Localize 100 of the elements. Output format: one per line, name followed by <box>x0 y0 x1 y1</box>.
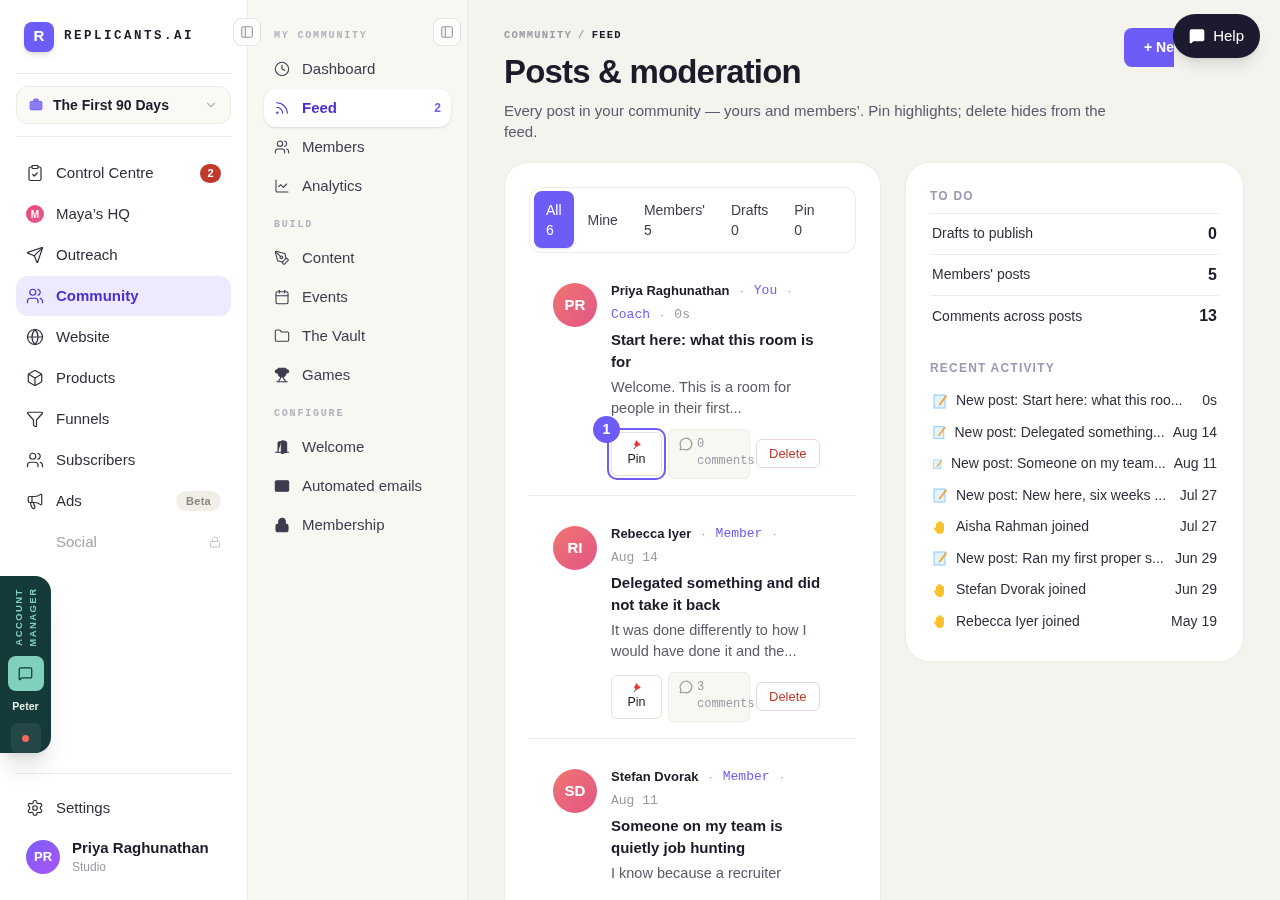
calendar-icon <box>274 289 290 305</box>
role-tag: Member <box>722 766 770 787</box>
folder-icon <box>274 328 290 344</box>
separator-dot: · <box>739 281 744 300</box>
todo-label: Drafts to publish <box>932 224 1034 244</box>
community-nav-item[interactable]: Content <box>264 239 451 277</box>
activity-time: Jul 27 <box>1179 485 1217 505</box>
collapse-sidebar-button[interactable] <box>233 18 261 46</box>
activity-text: New post: New here, six weeks ... <box>956 485 1168 505</box>
nav-item[interactable]: M Maya’s HQ <box>16 194 231 234</box>
nav-item[interactable]: Community <box>16 276 231 316</box>
memo-icon <box>932 550 948 566</box>
filter-tab[interactable]: Pin 0 <box>782 191 827 249</box>
community-nav-item[interactable]: Membership <box>264 506 451 544</box>
count-label: 2 <box>434 100 441 117</box>
collapse-panel-button[interactable] <box>433 18 461 46</box>
post-excerpt: Welcome. This is a room for people in their first... <box>611 377 792 418</box>
post-title: Someone on my team is quietly job hunting <box>611 815 784 858</box>
user-name: Priya Raghunathan <box>72 838 209 858</box>
activity-time: Aug 14 <box>1172 422 1217 442</box>
filter-tab[interactable]: Members' 5 <box>631 191 717 249</box>
filter-tab[interactable]: Drafts 0 <box>718 191 781 249</box>
filter-tab[interactable]: All 6 <box>534 191 574 249</box>
send-icon <box>26 246 44 264</box>
activity-time: May 19 <box>1171 611 1217 631</box>
nav-item[interactable]: Website <box>16 317 231 357</box>
memo-icon <box>932 487 948 503</box>
lock-icon <box>209 536 221 548</box>
help-button[interactable]: Help <box>1173 14 1260 58</box>
account-manager-label: ACCOUNT MANAGER <box>11 586 39 648</box>
activity-time: Jul 27 <box>1179 517 1217 536</box>
clock-icon <box>274 61 290 77</box>
trophy-icon <box>274 367 290 383</box>
activity-text: New post: Delegated something... <box>954 422 1165 442</box>
community-nav-item[interactable]: Dashboard <box>264 50 451 88</box>
new-post-button[interactable]: + Ne <box>1124 28 1174 67</box>
separator-dot: · <box>701 524 706 543</box>
community-nav-item[interactable]: Events <box>264 278 451 316</box>
activity-text: Aisha Rahman joined <box>956 517 1091 536</box>
megaphone-icon <box>26 492 44 510</box>
nav-item[interactable]: Outreach <box>16 235 231 275</box>
community-nav-item[interactable]: Automated emails <box>264 467 451 505</box>
manager-name: Peter <box>12 699 39 715</box>
activity-text: New post: Ran my first proper s... <box>956 548 1165 568</box>
memo-icon <box>932 392 948 409</box>
memo-icon <box>932 424 947 440</box>
delete-button[interactable]: Delete <box>756 439 820 469</box>
workspace-dropdown[interactable]: The First 90 Days <box>16 86 231 124</box>
step-marker: 1 <box>593 415 620 443</box>
activity-text: New post: Start here: what this roo... <box>956 391 1184 410</box>
post-time: Aug 14 <box>611 548 658 567</box>
separator-dot: · <box>660 305 665 324</box>
line-chart-icon <box>274 178 290 194</box>
nav-item[interactable]: Products <box>16 358 231 398</box>
community-nav-item[interactable]: Analytics <box>264 167 451 205</box>
users-icon <box>26 287 44 305</box>
beta-tag: Beta <box>176 491 221 511</box>
author-name: Rebecca Iyer <box>611 524 692 543</box>
door-icon <box>274 439 290 455</box>
post-excerpt: I know because a recruiter <box>611 863 783 883</box>
nav-item[interactable]: Ads Beta <box>16 481 231 521</box>
role-tag: You <box>753 280 778 301</box>
separator-dot: · <box>779 767 784 786</box>
nav-item[interactable]: Control Centre 2 <box>16 153 231 193</box>
breadcrumb-separator: / <box>578 28 586 43</box>
todo-label: Members' posts <box>932 265 1031 285</box>
logo-mark: R <box>24 21 54 52</box>
speech-bubble-icon <box>679 679 693 694</box>
community-nav-item[interactable]: Games <box>264 356 451 394</box>
settings-link[interactable]: Settings <box>16 790 231 826</box>
record-button[interactable] <box>10 723 41 753</box>
activity-time: Jun 29 <box>1174 548 1217 568</box>
chat-icon <box>1189 28 1206 44</box>
post-time: Aug 11 <box>611 791 658 810</box>
rss-icon <box>274 100 290 116</box>
separator-dot: · <box>708 767 713 786</box>
pin-button[interactable]: Pin <box>611 674 662 719</box>
activity-text: New post: Someone on my team... <box>950 454 1166 473</box>
separator-dot: · <box>772 524 777 543</box>
community-nav-item[interactable]: Welcome <box>264 428 451 466</box>
nav-item[interactable]: Subscribers <box>16 440 231 480</box>
delete-button[interactable]: Delete <box>756 682 820 712</box>
globe-icon <box>26 328 44 346</box>
role-tag: Coach <box>611 304 650 325</box>
todo-count: 0 <box>1208 223 1217 244</box>
section-heading: TO DO <box>930 186 1219 214</box>
community-nav-item[interactable]: The Vault <box>264 317 451 355</box>
breadcrumb-item: FEED <box>591 28 622 43</box>
community-nav-item[interactable]: Feed 2 <box>264 89 451 127</box>
users-icon <box>26 451 44 469</box>
author-name: Stefan Dvorak <box>611 767 699 786</box>
filter-tab[interactable]: Mine <box>575 191 630 249</box>
page-description: Every post in your community — yours and members’. Pin highlights; delete hides from the feed. <box>504 100 1107 142</box>
community-nav-item[interactable]: Members <box>264 128 451 166</box>
post-time: 0s <box>674 305 690 324</box>
chat-button[interactable] <box>7 655 44 692</box>
chat-icon <box>18 666 33 682</box>
section-heading: CONFIGURE <box>273 407 346 421</box>
nav-item[interactable]: Funnels <box>16 399 231 439</box>
section-heading: BUILD <box>273 218 314 232</box>
